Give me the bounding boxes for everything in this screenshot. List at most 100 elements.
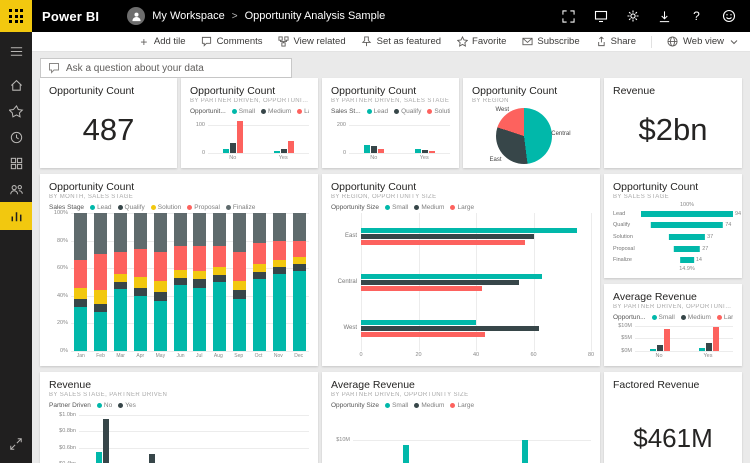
tile-count-by-region-size[interactable]: Opportunity Count BY REGION, OPPORTUNITY… bbox=[322, 174, 600, 366]
bar-medium[interactable] bbox=[281, 149, 287, 153]
tile-factored-revenue[interactable]: Factored Revenue $461M bbox=[604, 372, 742, 463]
segment-lead[interactable] bbox=[154, 301, 167, 351]
bar-yes[interactable] bbox=[103, 419, 109, 463]
nav-favorites-icon[interactable] bbox=[0, 98, 32, 124]
segment-finalize[interactable] bbox=[193, 213, 206, 246]
segment-qualify[interactable] bbox=[74, 299, 87, 307]
segment-lead[interactable] bbox=[94, 312, 107, 351]
bar-small[interactable] bbox=[699, 348, 705, 351]
bar-small[interactable] bbox=[361, 228, 577, 233]
segment-qualify[interactable] bbox=[154, 292, 167, 302]
funnel-bar[interactable] bbox=[680, 257, 694, 263]
feedback-smiley-icon[interactable] bbox=[721, 9, 736, 24]
bar-small[interactable] bbox=[403, 445, 409, 463]
segment-lead[interactable] bbox=[74, 307, 87, 351]
tile-count-by-region[interactable]: Opportunity Count BY REGION CentralEastW… bbox=[463, 78, 600, 168]
share-button[interactable]: Share bbox=[595, 36, 636, 48]
segment-qualify[interactable] bbox=[193, 279, 206, 287]
stacked-column[interactable] bbox=[94, 213, 107, 351]
segment-finalize[interactable] bbox=[74, 213, 87, 260]
subscribe-button[interactable]: Subscribe bbox=[521, 36, 579, 48]
hamburger-menu-icon[interactable] bbox=[0, 38, 32, 64]
segment-proposal[interactable] bbox=[134, 249, 147, 277]
nav-shared-icon[interactable] bbox=[0, 176, 32, 202]
tile-count-by-sales-stage-funnel[interactable]: Opportunity Count BY SALES STAGE 100%Lea… bbox=[604, 174, 742, 278]
segment-solution[interactable] bbox=[253, 264, 266, 272]
segment-solution[interactable] bbox=[94, 290, 107, 304]
tile-count-by-partner-driven-stage[interactable]: Opportunity Count BY PARTNER DRIVEN, SAL… bbox=[322, 78, 459, 168]
bar-small[interactable] bbox=[223, 149, 229, 153]
segment-finalize[interactable] bbox=[253, 213, 266, 243]
bar-medium[interactable] bbox=[361, 234, 534, 239]
segment-lead[interactable] bbox=[114, 289, 127, 351]
segment-proposal[interactable] bbox=[114, 252, 127, 274]
stacked-column[interactable] bbox=[233, 213, 246, 351]
segment-proposal[interactable] bbox=[253, 243, 266, 264]
bar-medium[interactable] bbox=[657, 345, 663, 351]
nav-home-icon[interactable] bbox=[0, 72, 32, 98]
stacked-column[interactable] bbox=[114, 213, 127, 351]
bar-medium[interactable] bbox=[230, 143, 236, 153]
bar-large[interactable] bbox=[237, 121, 243, 153]
segment-proposal[interactable] bbox=[213, 246, 226, 267]
tile-revenue-by-stage-partner[interactable]: Revenue BY SALES STAGE, PARTNER DRIVEN P… bbox=[40, 372, 318, 463]
set-featured-button[interactable]: Set as featured bbox=[361, 36, 441, 48]
pie-chart-slices[interactable] bbox=[496, 108, 552, 164]
bar-large[interactable] bbox=[288, 141, 294, 153]
funnel-bar[interactable] bbox=[669, 234, 705, 240]
stacked-column[interactable] bbox=[193, 213, 206, 351]
segment-proposal[interactable] bbox=[233, 252, 246, 281]
bar-small[interactable] bbox=[274, 151, 280, 153]
stacked-column[interactable] bbox=[213, 213, 226, 351]
favorite-button[interactable]: Favorite bbox=[456, 36, 506, 48]
nav-workspace-active-icon[interactable] bbox=[0, 202, 32, 230]
workspace-avatar[interactable] bbox=[127, 7, 145, 25]
segment-solution[interactable] bbox=[213, 267, 226, 275]
pie-chart[interactable]: CentralEastWest bbox=[472, 106, 591, 162]
breadcrumb-workspace[interactable]: My Workspace bbox=[152, 10, 225, 22]
bar-yes[interactable] bbox=[149, 454, 155, 463]
bar-qualify[interactable] bbox=[371, 146, 377, 153]
download-icon[interactable] bbox=[657, 9, 672, 24]
segment-lead[interactable] bbox=[273, 274, 286, 351]
segment-qualify[interactable] bbox=[213, 275, 226, 282]
clustered-column-chart[interactable]: Opportun...SmallMediumLarge$10M$5M$0MNoY… bbox=[613, 312, 733, 360]
segment-finalize[interactable] bbox=[174, 213, 187, 246]
segment-lead[interactable] bbox=[253, 279, 266, 351]
app-launcher-button[interactable] bbox=[0, 0, 32, 32]
segment-lead[interactable] bbox=[174, 285, 187, 351]
stacked-column[interactable] bbox=[134, 213, 147, 351]
help-icon[interactable]: ? bbox=[689, 9, 704, 24]
segment-solution[interactable] bbox=[174, 270, 187, 278]
bar-large[interactable] bbox=[713, 327, 719, 351]
segment-lead[interactable] bbox=[193, 288, 206, 351]
bar-large[interactable] bbox=[361, 286, 482, 291]
segment-lead[interactable] bbox=[233, 299, 246, 351]
bar-small[interactable] bbox=[361, 320, 476, 325]
comments-button[interactable]: Comments bbox=[201, 36, 263, 48]
nav-recent-icon[interactable] bbox=[0, 124, 32, 150]
bar-no[interactable] bbox=[96, 452, 102, 463]
segment-finalize[interactable] bbox=[114, 213, 127, 252]
tile-count-by-month-stage[interactable]: Opportunity Count BY MONTH, SALES STAGE … bbox=[40, 174, 318, 366]
tile-count-by-partner-driven-size[interactable]: Opportunity Count BY PARTNER DRIVEN, OPP… bbox=[181, 78, 318, 168]
collapse-expand-icon[interactable] bbox=[0, 431, 32, 457]
bar-small[interactable] bbox=[522, 440, 528, 463]
bar-large[interactable] bbox=[361, 240, 525, 245]
qna-search-box[interactable]: Ask a question about your data bbox=[40, 58, 292, 78]
segment-finalize[interactable] bbox=[154, 213, 167, 252]
stacked-column[interactable] bbox=[154, 213, 167, 351]
horizontal-bar-chart[interactable]: Opportunity SizeSmallMediumLarge02040608… bbox=[331, 202, 591, 360]
segment-qualify[interactable] bbox=[253, 272, 266, 279]
clustered-column-chart[interactable]: Opportunit...SmallMediumLarge1000NoYes bbox=[190, 106, 309, 162]
segment-proposal[interactable] bbox=[293, 241, 306, 258]
stacked-column[interactable] bbox=[74, 213, 87, 351]
tile-average-revenue-small[interactable]: Average Revenue BY PARTNER DRIVEN, OPPOR… bbox=[604, 284, 742, 366]
bar-solution[interactable] bbox=[429, 151, 435, 153]
segment-qualify[interactable] bbox=[174, 278, 187, 285]
segment-proposal[interactable] bbox=[193, 246, 206, 271]
web-view-dropdown[interactable]: Web view bbox=[667, 36, 740, 48]
segment-qualify[interactable] bbox=[94, 304, 107, 312]
stacked-column[interactable] bbox=[293, 213, 306, 351]
bar-solution[interactable] bbox=[378, 149, 384, 153]
